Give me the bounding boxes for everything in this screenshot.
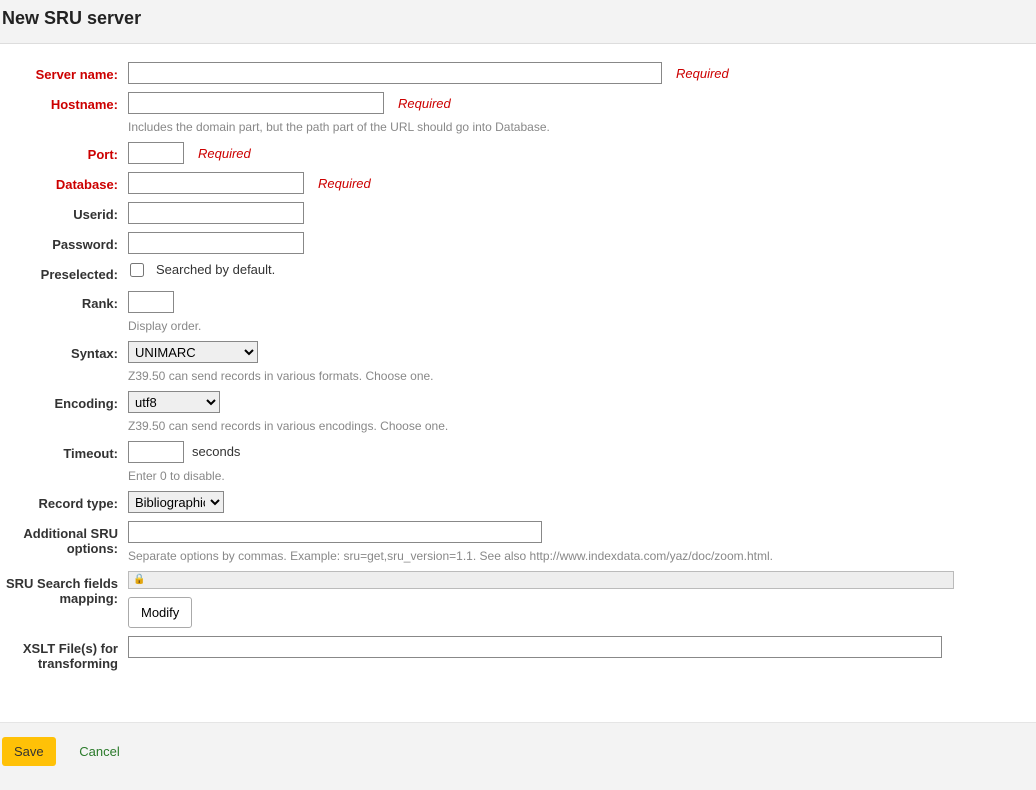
encoding-select[interactable]: utf8: [128, 391, 220, 413]
rank-hint: Display order.: [128, 319, 201, 333]
password-input[interactable]: [128, 232, 304, 254]
label-port: Port:: [0, 142, 128, 163]
syntax-hint: Z39.50 can send records in various forma…: [128, 369, 434, 383]
cancel-link[interactable]: Cancel: [79, 744, 119, 759]
row-hostname: Hostname: Required Includes the domain p…: [0, 92, 1036, 134]
row-xslt: XSLT File(s) for transforming: [0, 636, 1036, 672]
rank-input[interactable]: [128, 291, 174, 313]
timeout-unit: seconds: [192, 444, 240, 459]
hostname-input[interactable]: [128, 92, 384, 114]
row-password: Password:: [0, 232, 1036, 254]
label-rank: Rank:: [0, 291, 128, 312]
additional-sru-input[interactable]: [128, 521, 542, 543]
label-preselected: Preselected:: [0, 262, 128, 283]
userid-input[interactable]: [128, 202, 304, 224]
label-database: Database:: [0, 172, 128, 193]
row-sru-mapping: SRU Search fields mapping: 🔒 Modify: [0, 571, 1036, 628]
record-type-select[interactable]: Bibliographic: [128, 491, 224, 513]
row-rank: Rank: Display order.: [0, 291, 1036, 333]
xslt-input[interactable]: [128, 636, 942, 658]
row-timeout: Timeout: seconds Enter 0 to disable.: [0, 441, 1036, 483]
required-badge: Required: [318, 176, 371, 191]
label-record-type: Record type:: [0, 491, 128, 512]
label-xslt: XSLT File(s) for transforming: [0, 636, 128, 672]
row-database: Database: Required: [0, 172, 1036, 194]
label-syntax: Syntax:: [0, 341, 128, 362]
timeout-input[interactable]: [128, 441, 184, 463]
label-additional-sru: Additional SRU options:: [0, 521, 128, 557]
save-button[interactable]: Save: [2, 737, 56, 766]
label-hostname: Hostname:: [0, 92, 128, 113]
row-additional-sru: Additional SRU options: Separate options…: [0, 521, 1036, 563]
header-bar: New SRU server: [0, 0, 1036, 44]
row-port: Port: Required: [0, 142, 1036, 164]
label-sru-mapping: SRU Search fields mapping:: [0, 571, 128, 607]
row-syntax: Syntax: UNIMARC Z39.50 can send records …: [0, 341, 1036, 383]
syntax-select[interactable]: UNIMARC: [128, 341, 258, 363]
form-container: Server name: Required Hostname: Required…: [0, 44, 1036, 672]
required-badge: Required: [198, 146, 251, 161]
row-encoding: Encoding: utf8 Z39.50 can send records i…: [0, 391, 1036, 433]
page-title: New SRU server: [0, 8, 1036, 29]
required-badge: Required: [676, 66, 729, 81]
row-record-type: Record type: Bibliographic: [0, 491, 1036, 513]
label-password: Password:: [0, 232, 128, 253]
row-preselected: Preselected: Searched by default.: [0, 262, 1036, 283]
label-server-name: Server name:: [0, 62, 128, 83]
database-input[interactable]: [128, 172, 304, 194]
hostname-hint: Includes the domain part, but the path p…: [128, 120, 550, 134]
required-badge: Required: [398, 96, 451, 111]
additional-sru-hint: Separate options by commas. Example: sru…: [128, 549, 773, 563]
row-userid: Userid:: [0, 202, 1036, 224]
row-server-name: Server name: Required: [0, 62, 1036, 84]
server-name-input[interactable]: [128, 62, 662, 84]
encoding-hint: Z39.50 can send records in various encod…: [128, 419, 448, 433]
label-encoding: Encoding:: [0, 391, 128, 412]
sru-mapping-display: 🔒: [128, 571, 954, 589]
preselected-checkbox-label: Searched by default.: [156, 262, 275, 277]
label-userid: Userid:: [0, 202, 128, 223]
lock-icon: 🔒: [133, 574, 145, 585]
label-timeout: Timeout:: [0, 441, 128, 462]
timeout-hint: Enter 0 to disable.: [128, 469, 225, 483]
port-input[interactable]: [128, 142, 184, 164]
modify-button[interactable]: Modify: [128, 597, 192, 628]
preselected-checkbox[interactable]: [130, 263, 144, 277]
actions-bar: Save Cancel: [0, 722, 1036, 790]
